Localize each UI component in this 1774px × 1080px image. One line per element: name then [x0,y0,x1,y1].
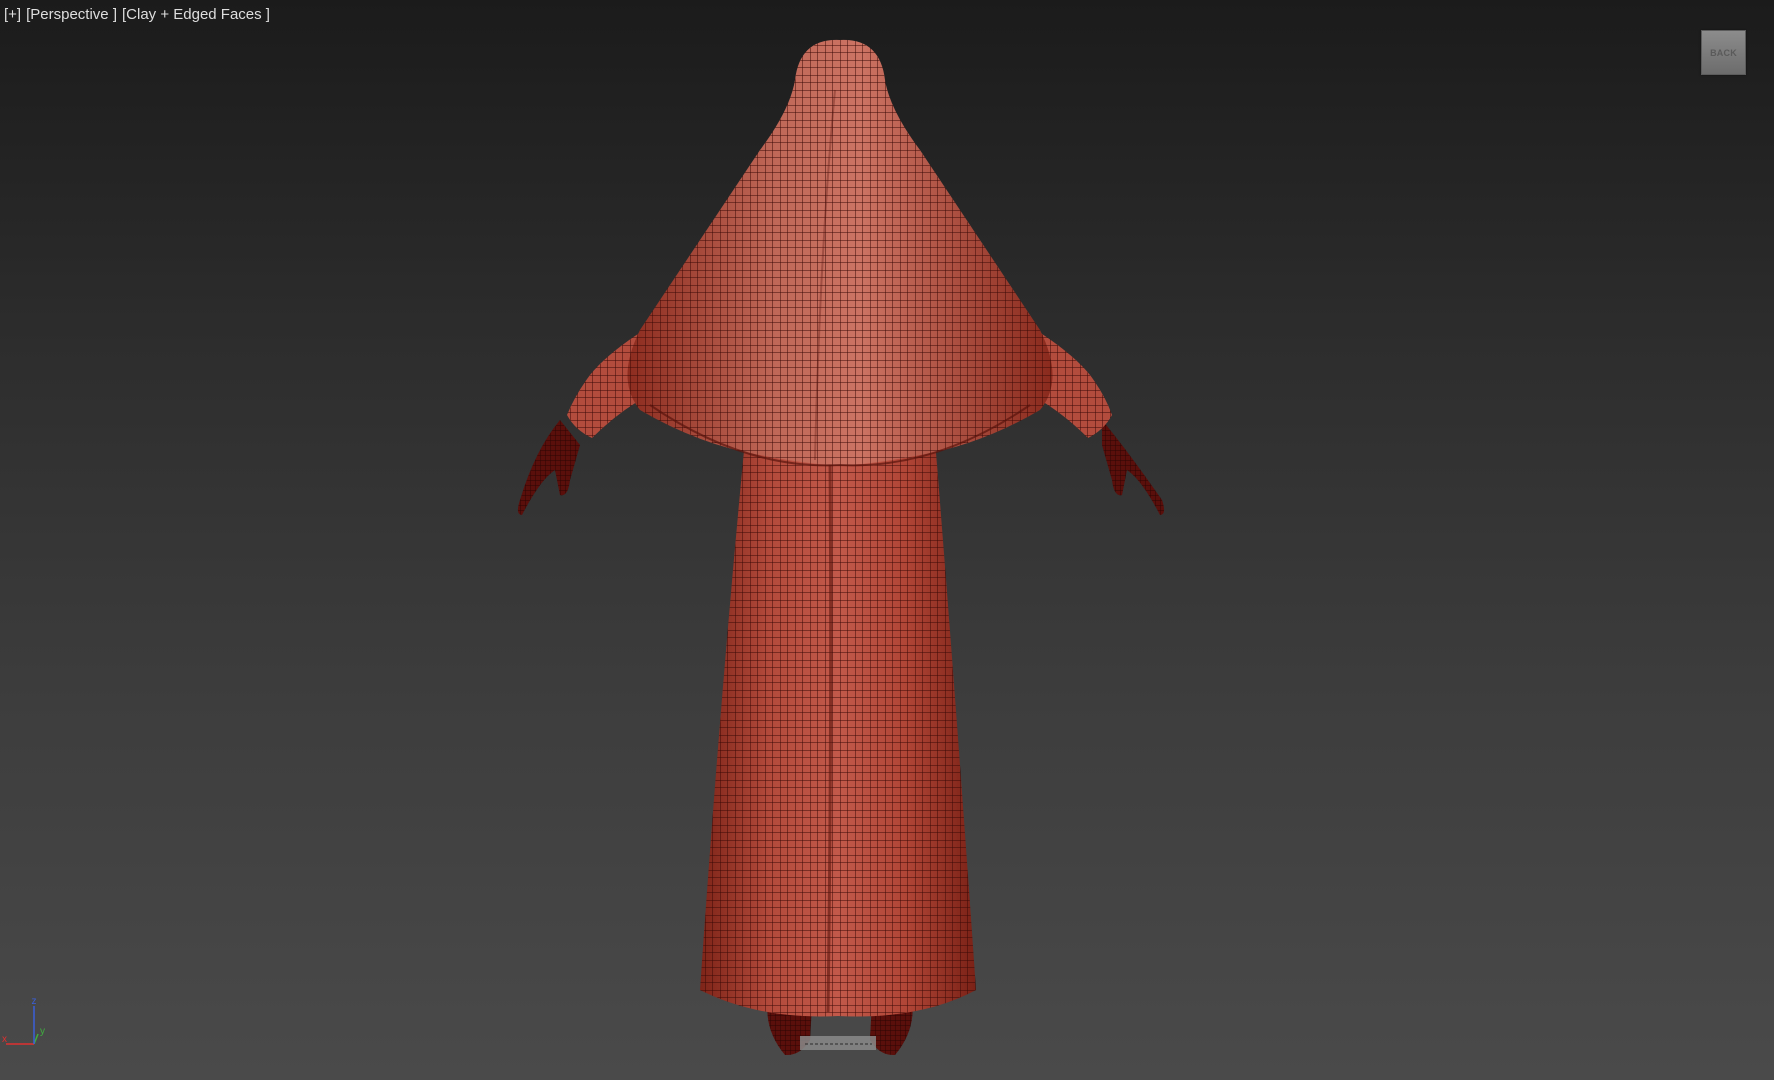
hood-cape [627,39,1053,467]
axis-tripod: z x y [2,996,45,1045]
perspective-viewport[interactable]: [+] [Perspective ] [Clay + Edged Faces ]… [0,0,1774,1080]
robe-body [700,440,976,1017]
robed-figure-model[interactable] [0,0,1774,1080]
axis-x-label: x [2,1034,7,1045]
axis-y-label: y [40,1026,45,1037]
axis-z-label: z [32,996,37,1007]
